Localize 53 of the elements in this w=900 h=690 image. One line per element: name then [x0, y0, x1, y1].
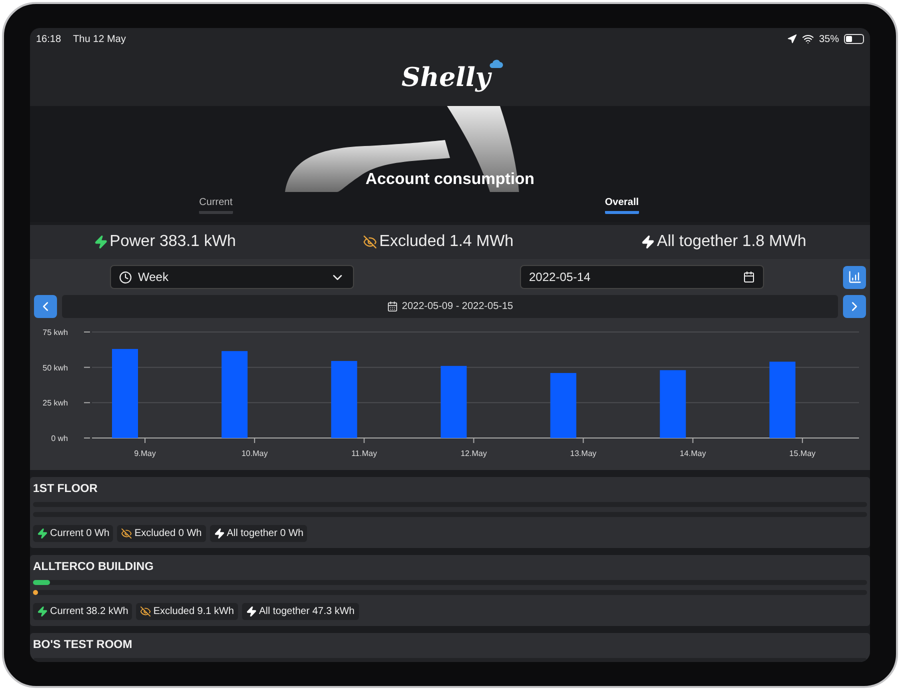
location-arrow-icon — [786, 34, 797, 44]
status-time: 16:18 — [36, 34, 62, 44]
date-field[interactable]: 2022-05-14 — [520, 265, 764, 289]
bolt-icon — [94, 235, 108, 249]
chart-bar — [550, 372, 576, 438]
next-button[interactable] — [843, 295, 866, 318]
bolt-icon — [640, 235, 655, 249]
stat-chip: Excluded 0 Wh — [117, 525, 206, 542]
axis-label: 9.May — [134, 449, 156, 458]
axis-label: 25 kwh — [42, 398, 68, 408]
eye-off-icon — [363, 235, 378, 249]
stat-chip: Excluded 9.1 kWh — [136, 603, 238, 620]
battery-icon — [844, 34, 864, 44]
axis-label: 14.May — [680, 449, 706, 458]
stat-chip: All together 47.3 kWh — [242, 603, 359, 620]
stat-chip: All together 0 Wh — [210, 525, 308, 542]
stat-chip: Current 38.2 kWh — [33, 603, 132, 620]
axis-label: 11.May — [351, 449, 377, 458]
axis-label: 10.May — [241, 449, 268, 458]
page-title: Account consumption — [366, 171, 534, 189]
battery-percent: 35% — [818, 34, 839, 44]
axis-label: 13.May — [570, 449, 596, 458]
axis-label: 50 kwh — [42, 363, 68, 372]
previous-button[interactable] — [34, 295, 57, 318]
total-label: Excluded 1.4 MWh — [379, 233, 514, 251]
bolt-icon — [214, 528, 225, 539]
bolt-icon — [246, 606, 257, 617]
eye-off-icon — [121, 528, 132, 539]
bar-chart-icon — [848, 270, 862, 284]
chart-button[interactable] — [843, 266, 866, 288]
chart-bar — [660, 370, 686, 438]
axis-label: 75 kwh — [42, 328, 68, 337]
eye-off-icon — [140, 606, 152, 617]
tab[interactable]: Overall — [604, 197, 639, 214]
room-name: ALLTERCO BUILDING — [33, 561, 155, 573]
axis-label: 15.May — [789, 449, 816, 458]
clock-icon — [119, 270, 132, 284]
room-name: 1ST FLOOR — [33, 483, 99, 495]
calendar-icon — [743, 271, 755, 283]
calendar-icon — [386, 301, 398, 312]
total-label: All together 1.8 MWh — [656, 233, 806, 251]
status-date: Thu 12 May — [73, 34, 126, 44]
bolt-icon — [37, 606, 48, 617]
axis-label: 12.May — [460, 449, 487, 458]
period-select[interactable]: Week — [110, 265, 354, 289]
stat-chip: Current 0 Wh — [33, 525, 114, 542]
total-label: Power 383.1 kWh — [110, 233, 236, 251]
logo: Shelly — [401, 63, 491, 93]
axis-label: 0 wh — [51, 434, 68, 443]
room-name: BO'S TEST ROOM — [33, 639, 134, 651]
tab[interactable]: Current — [199, 197, 233, 214]
bolt-icon — [37, 528, 48, 539]
date-range: 2022-05-09 - 2022-05-15 — [402, 301, 514, 312]
